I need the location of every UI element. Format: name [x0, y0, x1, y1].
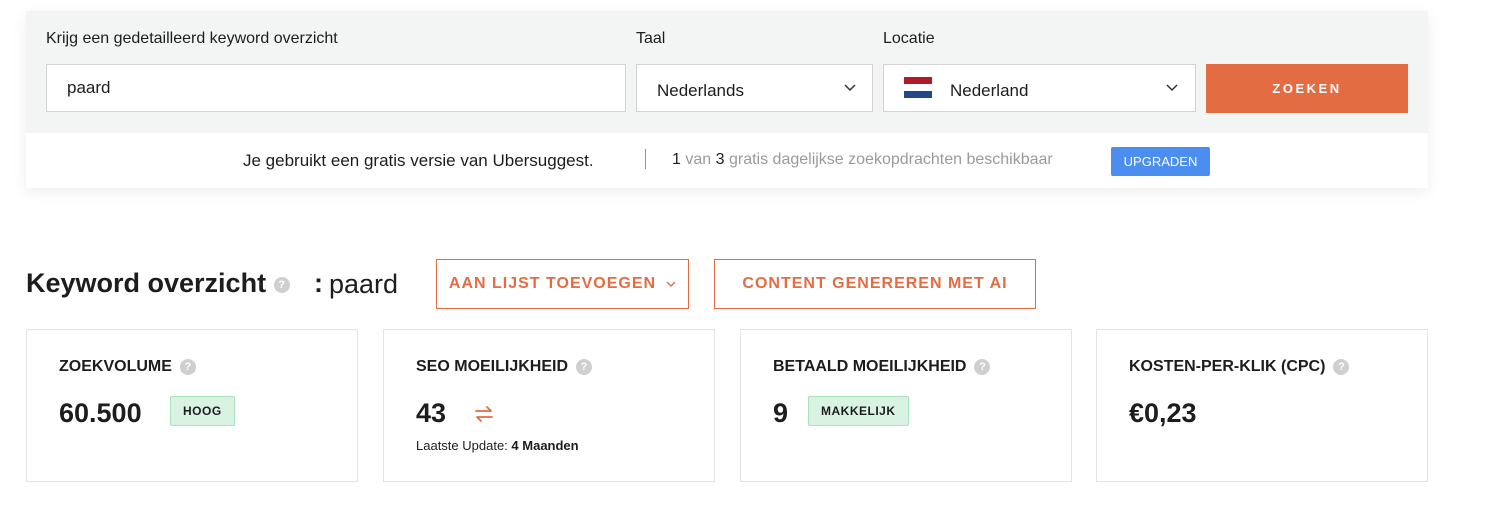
netherlands-flag-icon	[904, 77, 932, 98]
metric-title-text: SEO MOEILIJKHEID	[416, 358, 569, 375]
metric-title: SEO MOEILIJKHEID?	[416, 358, 593, 376]
search-button[interactable]: ZOEKEN	[1206, 64, 1408, 113]
free-version-notice: Je gebruikt een gratis versie van Ubersu…	[26, 133, 1428, 188]
quota-description: gratis dagelijkse zoekopdrachten beschik…	[728, 151, 1053, 168]
quota-text: 1 van 3 gratis dagelijkse zoekopdrachten…	[672, 151, 1053, 169]
add-to-list-label: AAN LIJST TOEVOEGEN	[448, 275, 657, 292]
overview-title: Keyword overzicht ?	[26, 268, 290, 299]
language-select[interactable]: Nederlands	[636, 64, 873, 112]
metric-title-text: BETAALD MOEILIJKHEID	[773, 358, 967, 375]
metric-title-text: ZOEKVOLUME	[59, 358, 172, 375]
overview-title-text: Keyword overzicht	[26, 268, 267, 298]
add-to-list-button[interactable]: AAN LIJST TOEVOEGEN	[436, 259, 689, 309]
search-panel: Krijg een gedetailleerd keyword overzich…	[26, 11, 1428, 188]
chevron-down-icon	[666, 281, 676, 287]
help-icon[interactable]: ?	[179, 358, 196, 375]
help-icon[interactable]: ?	[273, 276, 290, 293]
keyword-input[interactable]: paard	[46, 64, 626, 112]
metric-value: 9	[773, 398, 789, 428]
location-select[interactable]: Nederland	[883, 64, 1196, 112]
last-update-label: Laatste Update:	[416, 438, 508, 453]
overview-colon: :	[314, 268, 323, 298]
metric-card-search-volume: ZOEKVOLUME? 60.500 HOOG	[26, 329, 358, 482]
upgrade-button[interactable]: UPGRADEN	[1111, 147, 1210, 176]
generate-content-label: CONTENT GENEREREN MET AI	[742, 275, 1008, 292]
last-update-value: 4 Maanden	[511, 438, 579, 453]
metric-value: 60.500	[59, 398, 142, 428]
metric-title-text: KOSTEN-PER-KLIK (CPC)	[1129, 358, 1326, 375]
quota-of: van	[685, 151, 712, 168]
refresh-icon[interactable]	[472, 402, 496, 426]
keyword-input-value: paard	[67, 78, 111, 97]
help-icon[interactable]: ?	[1333, 358, 1350, 375]
generate-content-button[interactable]: CONTENT GENEREREN MET AI	[714, 259, 1036, 309]
quota-total: 3	[715, 151, 725, 168]
help-icon[interactable]: ?	[576, 358, 593, 375]
metric-card-seo-difficulty: SEO MOEILIJKHEID? 43 Laatste Update: 4 M…	[383, 329, 715, 482]
language-label: Taal	[636, 30, 666, 47]
status-badge: MAKKELIJK	[808, 396, 909, 426]
chevron-down-icon	[1166, 84, 1178, 92]
metric-title: ZOEKVOLUME?	[59, 358, 196, 376]
metric-card-paid-difficulty: BETAALD MOEILIJKHEID? 9 MAKKELIJK	[740, 329, 1072, 482]
keyword-label: Krijg een gedetailleerd keyword overzich…	[46, 30, 338, 47]
help-icon[interactable]: ?	[974, 358, 991, 375]
metric-title: KOSTEN-PER-KLIK (CPC)?	[1129, 358, 1350, 376]
metric-value: €0,23	[1129, 398, 1197, 428]
last-update: Laatste Update: 4 Maanden	[416, 438, 579, 453]
location-label: Locatie	[883, 30, 935, 47]
divider	[645, 149, 646, 169]
language-select-value: Nederlands	[657, 81, 744, 100]
metric-value: 43	[416, 398, 447, 428]
status-badge: HOOG	[170, 396, 235, 426]
metric-title: BETAALD MOEILIJKHEID?	[773, 358, 991, 376]
chevron-down-icon	[844, 84, 856, 92]
metric-card-cpc: KOSTEN-PER-KLIK (CPC)? €0,23	[1096, 329, 1428, 482]
quota-used: 1	[672, 151, 681, 168]
location-select-value: Nederland	[950, 81, 1029, 100]
search-form: Krijg een gedetailleerd keyword overzich…	[26, 11, 1428, 133]
free-version-text: Je gebruikt een gratis versie van Ubersu…	[243, 151, 594, 170]
overview-keyword: paard	[329, 269, 399, 299]
